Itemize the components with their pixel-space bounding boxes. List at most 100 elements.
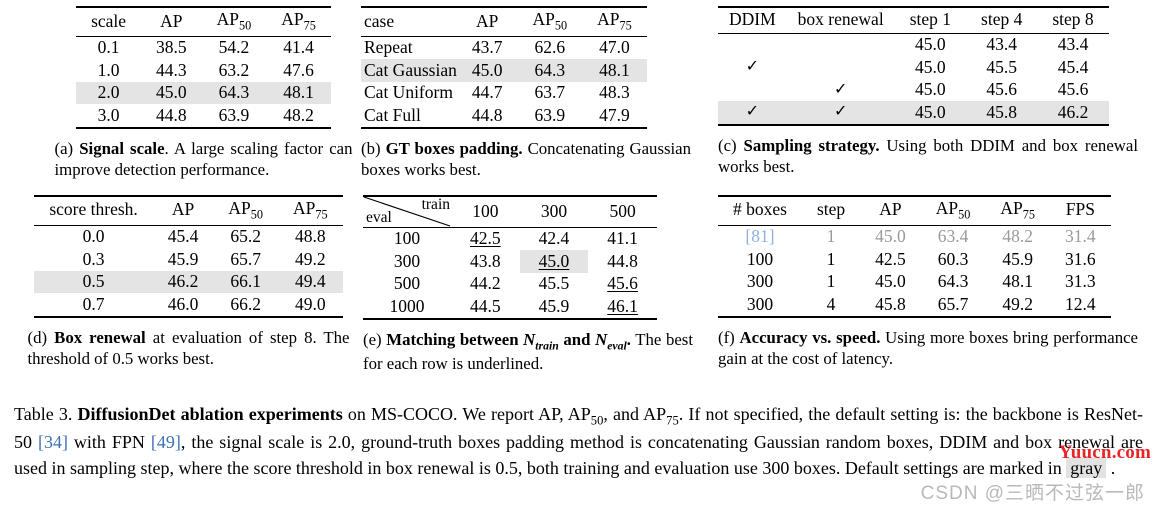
corner-label-train: train xyxy=(421,196,450,213)
cell-ap: 42.5 xyxy=(875,248,906,269)
col-header-train-300: 300 xyxy=(519,194,589,228)
cell-text: 45.6 xyxy=(607,273,638,294)
cell-score-thresh: 0.3 xyxy=(82,248,105,269)
cell-ap50: 64.3 xyxy=(937,271,969,291)
table-row: Repeat 43.7 62.6 47.0 xyxy=(361,35,647,60)
caption-tag: (d) xyxy=(27,327,48,347)
table-row: 300 4 45.8 65.7 49.2 12.4 xyxy=(718,293,1111,318)
table-number-label: Table 3. xyxy=(14,404,73,424)
cell-value: 44.5 xyxy=(451,295,520,320)
caption-tag: (e) xyxy=(363,329,382,349)
cell-ap50: 63.9 xyxy=(201,104,267,129)
caption-bold: Matching between xyxy=(386,329,524,349)
col-header-box-renewal: box renewal xyxy=(786,6,895,33)
col-header-train-500: 500 xyxy=(588,194,657,228)
table-row: Cat Uniform 44.7 63.7 48.3 xyxy=(361,82,647,105)
table-row: ✓ 45.0 45.5 45.4 xyxy=(718,56,1109,79)
cell-value: 46.1 xyxy=(588,295,657,320)
cell-score-thresh: 0.0 xyxy=(34,224,153,248)
cell-step: 1 xyxy=(826,271,836,291)
cell-fps: 12.4 xyxy=(1050,293,1111,318)
cell-value: 45.5 xyxy=(538,273,570,294)
cell-ap: 44.7 xyxy=(471,82,503,103)
cell-value-default: 45.0 xyxy=(519,250,589,273)
table-row: 1.0 44.3 63.2 47.6 xyxy=(76,59,331,82)
cell-ap75: 48.1 xyxy=(266,81,331,105)
caption-segment-1: on MS-COCO. We report AP, AP xyxy=(342,404,591,424)
cell-value: 44.2 xyxy=(470,273,501,294)
cell-fps: 31.6 xyxy=(1065,248,1096,269)
subtable-a: scale AP AP50 AP75 0.1 38.5 54.2 41.4 1.… xyxy=(52,5,355,181)
cell-ap: 45.0 xyxy=(141,81,202,105)
table-header-row: # boxes step AP AP50 AP75 FPS xyxy=(718,194,1111,225)
col-header-ap75: AP75 xyxy=(266,5,331,37)
cell-text: 46.1 xyxy=(607,295,638,316)
table-row-default: 0.5 46.2 66.1 49.4 xyxy=(34,270,343,293)
watermark-csdn: CSDN @三晒不过弦一郎 xyxy=(920,483,1145,504)
cell-ap75: 48.3 xyxy=(599,82,630,103)
cell-score-thresh: 0.5 xyxy=(34,270,153,293)
col-header-ddim: DDIM xyxy=(718,6,787,33)
cell-renewal-check xyxy=(787,56,895,79)
table-row-default: ✓ ✓ 45.0 45.8 46.2 xyxy=(718,101,1109,126)
ablation-row-top: scale AP AP50 AP75 0.1 38.5 54.2 41.4 1.… xyxy=(0,0,1157,181)
citation-link-49[interactable]: [49] xyxy=(151,432,181,452)
cell-ap: 45.4 xyxy=(152,224,214,248)
col-header-num-boxes: # boxes xyxy=(718,194,802,225)
col-header-ap: AP xyxy=(456,5,518,37)
matching-train-eval-table: eval train 100 300 500 100 42.5 42.4 41.… xyxy=(363,194,657,320)
cell-ap50: 65.2 xyxy=(213,224,279,248)
row-label-eval: 1000 xyxy=(363,295,451,320)
table-row: 500 44.2 45.5 45.6 xyxy=(363,273,657,296)
cell-ap50: 66.1 xyxy=(213,270,279,293)
cell-step8: 43.4 xyxy=(1037,32,1109,56)
cell-case: Repeat xyxy=(361,35,457,60)
cell-step8: 45.4 xyxy=(1057,56,1089,77)
caption-segment-5: , the signal scale is 2.0, ground-truth … xyxy=(14,432,1143,479)
row-label-eval: 300 xyxy=(393,250,421,271)
paper-table-figure: scale AP AP50 AP75 0.1 38.5 54.2 41.4 1.… xyxy=(0,0,1157,510)
cell-case: Cat Uniform xyxy=(364,82,453,103)
citation-link-34[interactable]: [34] xyxy=(38,432,68,452)
col-header-ap50: AP50 xyxy=(920,194,986,225)
cell-ap75: 47.0 xyxy=(582,35,647,60)
cell-ap50: 64.3 xyxy=(517,59,583,82)
cell-value: 43.8 xyxy=(470,250,501,271)
cell-scale: 2.0 xyxy=(76,81,142,105)
cell-ap50: 65.7 xyxy=(920,293,986,318)
caption-e: (e) Matching between Ntrain and Neval. T… xyxy=(363,329,693,375)
cell-ap75: 48.2 xyxy=(266,104,331,129)
table-row: 0.3 45.9 65.7 49.2 xyxy=(34,248,342,271)
table-row: 1000 44.5 45.9 46.1 xyxy=(363,295,657,320)
caption-bold-and: and xyxy=(558,329,596,349)
table-header-row: scale AP AP50 AP75 xyxy=(76,5,331,37)
cell-step: 4 xyxy=(801,293,861,318)
sampling-strategy-table: DDIM box renewal step 1 step 4 step 8 45… xyxy=(718,6,1109,126)
cell-ddim-check xyxy=(718,79,787,102)
table-row: 0.7 46.0 66.2 49.0 xyxy=(34,293,343,318)
math-sub-train: train xyxy=(535,339,559,353)
cell-step1: 45.0 xyxy=(915,56,946,77)
caption-c: (c) Sampling strategy. Using both DDIM a… xyxy=(718,135,1138,178)
math-n-train: N xyxy=(523,329,536,349)
table-header-row: case AP AP50 AP75 xyxy=(361,5,647,37)
citation-link[interactable]: [81] xyxy=(718,224,802,248)
watermark-yuucn: Yuucn.com xyxy=(1058,442,1151,463)
cell-renewal-check: ✓ xyxy=(786,101,895,126)
table-header-row: DDIM box renewal step 1 step 4 step 8 xyxy=(718,6,1109,33)
cell-case: Cat Full xyxy=(361,104,457,129)
cell-ddim-check xyxy=(718,32,787,56)
table-row: ✓ 45.0 45.6 45.6 xyxy=(718,79,1109,102)
col-header-ap75: AP75 xyxy=(582,5,647,37)
subtable-f-wrapper: # boxes step AP AP50 AP75 FPS [81] 1 45.… xyxy=(710,194,1157,370)
table-row: 100 1 42.5 60.3 45.9 31.6 xyxy=(718,248,1111,271)
cell-value: 42.4 xyxy=(519,226,589,251)
cell-num-boxes: 300 xyxy=(746,271,774,291)
cell-ap: 44.3 xyxy=(156,59,187,80)
col-header-case: case xyxy=(361,5,457,37)
cell-ap: 45.9 xyxy=(167,248,199,269)
cell-renewal-check: ✓ xyxy=(833,80,848,98)
row-label-eval: 100 xyxy=(363,226,451,251)
caption-a: (a) Signal scale. A large scaling factor… xyxy=(55,138,353,181)
table-row-default: Cat Gaussian 45.0 64.3 48.1 xyxy=(361,59,647,82)
